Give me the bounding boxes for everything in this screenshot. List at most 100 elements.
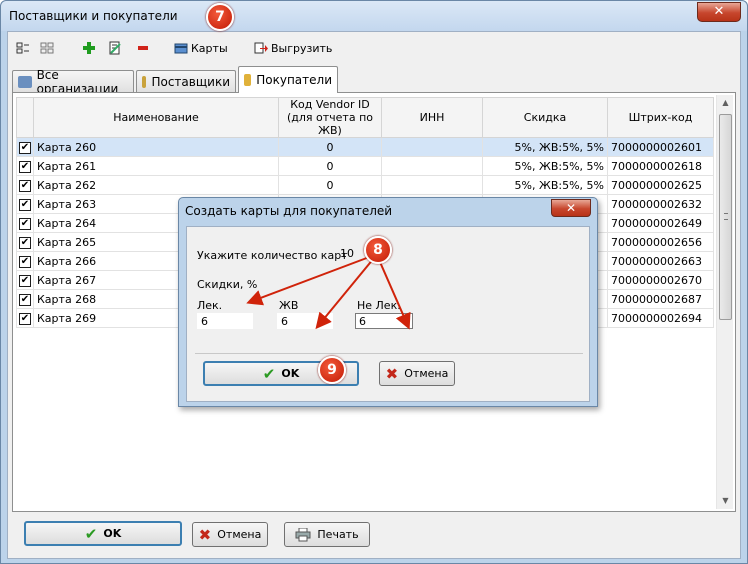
edit-icon [109, 41, 121, 55]
dialog-ok-label: OK [281, 367, 300, 380]
column-header-inn[interactable]: ИНН [381, 97, 483, 138]
table-row[interactable]: ✔ Карта 260 0 5%, ЖВ:5%, 5% 700000000260… [16, 137, 714, 157]
annotation-badge-8: 8 [364, 236, 392, 264]
window-close-button[interactable]: ✕ [697, 2, 741, 22]
row-checkbox-cell[interactable]: ✔ [16, 251, 34, 271]
cards-icon [174, 43, 188, 54]
toolbar: Карты Выгрузить [8, 32, 740, 62]
delete-icon [138, 46, 148, 50]
scroll-thumb[interactable] [719, 114, 732, 320]
zhv-label: ЖВ [279, 299, 299, 312]
check-icon: ✔ [84, 524, 98, 543]
tab-buyers[interactable]: Покупатели [238, 66, 338, 93]
row-checkbox[interactable]: ✔ [19, 179, 31, 192]
count-input[interactable]: 10 [340, 247, 366, 260]
table-row[interactable]: ✔ Карта 262 0 5%, ЖВ:5%, 5% 700000000262… [16, 175, 714, 195]
row-checkbox-cell[interactable]: ✔ [16, 270, 34, 290]
vertical-scrollbar[interactable]: ▲ ▼ [716, 95, 733, 509]
dialog-divider [195, 353, 583, 354]
cell-barcode: 7000000002663 [607, 251, 714, 271]
deselect-button[interactable] [40, 38, 54, 58]
row-checkbox[interactable]: ✔ [19, 217, 31, 230]
row-checkbox[interactable]: ✔ [19, 274, 31, 287]
row-checkbox-cell[interactable]: ✔ [16, 213, 34, 233]
row-checkbox[interactable]: ✔ [19, 160, 31, 173]
count-label: Укажите количество карт [197, 249, 348, 262]
row-checkbox-cell[interactable]: ✔ [16, 156, 34, 176]
discounts-label: Скидки, % [197, 278, 258, 291]
cell-barcode: 7000000002649 [607, 213, 714, 233]
export-icon [254, 42, 268, 54]
tab-all-organizations[interactable]: Все организации [12, 68, 134, 96]
dialog-close-button[interactable]: ✕ [551, 199, 591, 217]
supplier-icon [142, 75, 147, 88]
cell-barcode: 7000000002670 [607, 270, 714, 290]
cell-discount: 5%, ЖВ:5%, 5% [482, 175, 608, 195]
scroll-down-arrow-icon[interactable]: ▼ [717, 493, 734, 509]
row-checkbox-cell[interactable]: ✔ [16, 194, 34, 214]
row-checkbox[interactable]: ✔ [19, 255, 31, 268]
cell-discount: 5%, ЖВ:5%, 5% [482, 137, 608, 157]
print-label: Печать [317, 528, 359, 541]
deselect-icon [40, 42, 54, 54]
column-header-barcode[interactable]: Штрих-код [607, 97, 714, 138]
lek-label: Лек. [197, 299, 223, 312]
cell-name: Карта 260 [33, 137, 279, 157]
cell-vendor-id: 0 [278, 137, 382, 157]
row-checkbox-cell[interactable]: ✔ [16, 137, 34, 157]
export-button[interactable]: Выгрузить [254, 38, 332, 58]
dialog-cancel-button[interactable]: ✖ Отмена [379, 361, 455, 386]
truck-icon [18, 75, 32, 88]
cards-label: Карты [191, 41, 228, 55]
ok-button[interactable]: ✔ OK [24, 521, 182, 546]
cancel-button[interactable]: ✖ Отмена [192, 522, 268, 547]
cell-barcode: 7000000002601 [607, 137, 714, 157]
edit-button[interactable] [108, 38, 122, 58]
delete-button[interactable] [136, 38, 150, 58]
table-header-row: Наименование Код Vendor ID (для отчета п… [16, 97, 714, 138]
cards-button[interactable]: Карты [174, 38, 228, 58]
row-checkbox[interactable]: ✔ [19, 312, 31, 325]
select-all-icon [16, 42, 29, 54]
cell-name: Карта 262 [33, 175, 279, 195]
select-all-button[interactable] [16, 38, 30, 58]
zhv-input[interactable]: 6 [277, 313, 333, 329]
cell-inn [381, 175, 483, 195]
cell-barcode: 7000000002694 [607, 308, 714, 328]
row-checkbox-cell[interactable]: ✔ [16, 289, 34, 309]
cell-inn [381, 137, 483, 157]
title-bar[interactable]: Поставщики и покупатели ✕ [1, 1, 747, 31]
annotation-badge-7: 7 [206, 3, 234, 31]
cell-barcode: 7000000002625 [607, 175, 714, 195]
table-row[interactable]: ✔ Карта 261 0 5%, ЖВ:5%, 5% 700000000261… [16, 156, 714, 176]
column-header-discount[interactable]: Скидка [482, 97, 608, 138]
column-header-name[interactable]: Наименование [33, 97, 279, 138]
row-checkbox-cell[interactable]: ✔ [16, 175, 34, 195]
cell-barcode: 7000000002687 [607, 289, 714, 309]
cell-vendor-id: 0 [278, 175, 382, 195]
column-header-check[interactable] [16, 97, 34, 138]
row-checkbox-cell[interactable]: ✔ [16, 308, 34, 328]
add-button[interactable] [82, 38, 96, 58]
nelek-input[interactable]: 6 [355, 313, 413, 329]
check-icon: ✔ [262, 364, 276, 383]
scroll-up-arrow-icon[interactable]: ▲ [717, 95, 734, 111]
annotation-badge-9: 9 [318, 356, 346, 384]
grip-icon [724, 213, 728, 220]
row-checkbox[interactable]: ✔ [19, 236, 31, 249]
cell-discount: 5%, ЖВ:5%, 5% [482, 156, 608, 176]
row-checkbox[interactable]: ✔ [19, 198, 31, 211]
dialog-title: Создать карты для покупателей [185, 204, 393, 218]
lek-input[interactable]: 6 [197, 313, 253, 329]
row-checkbox[interactable]: ✔ [19, 293, 31, 306]
cell-name: Карта 261 [33, 156, 279, 176]
window-title: Поставщики и покупатели [9, 9, 178, 23]
column-header-vendor-id[interactable]: Код Vendor ID (для отчета по ЖВ) [278, 97, 382, 138]
row-checkbox-cell[interactable]: ✔ [16, 232, 34, 252]
row-checkbox[interactable]: ✔ [19, 141, 31, 154]
tab-label: Поставщики [151, 74, 230, 89]
tab-suppliers[interactable]: Поставщики [136, 70, 236, 92]
print-button[interactable]: Печать [284, 522, 370, 547]
cell-barcode: 7000000002656 [607, 232, 714, 252]
cell-vendor-id: 0 [278, 156, 382, 176]
